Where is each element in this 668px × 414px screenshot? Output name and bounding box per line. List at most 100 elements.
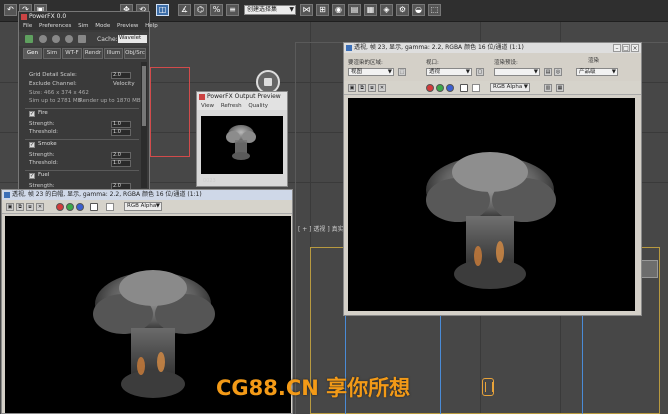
clone-icon[interactable]: ⧈ [368, 84, 376, 92]
menu-quality[interactable]: Quality [248, 103, 268, 109]
scale-icon[interactable]: ◫ [156, 4, 169, 16]
menu-file[interactable]: File [23, 23, 32, 29]
menu-mode[interactable]: Mode [95, 23, 110, 29]
render-frame-icon[interactable]: ▦ [364, 4, 377, 16]
red-channel-icon[interactable] [56, 203, 64, 211]
render-frame-2-titlebar[interactable]: 透视, 帧 23, 显示, gamma: 2.2, RGBA 颜色 16 位/通… [344, 43, 641, 53]
selection-set-dropdown[interactable]: 创建选择集 ▼ [244, 5, 296, 15]
fuel-section: ✓ Fuel [25, 170, 139, 179]
powerfx-titlebar[interactable]: PowerFX 0.0 [19, 12, 149, 22]
lock-icon[interactable]: ▢ [476, 68, 484, 76]
blue-channel-icon[interactable] [446, 84, 454, 92]
tab-objsrc[interactable]: Obj/Src [124, 48, 146, 59]
menu-refresh[interactable]: Refresh [221, 103, 242, 109]
explosion-render-image [426, 152, 556, 289]
material-icon[interactable]: ◉ [332, 4, 345, 16]
fuel-checkbox[interactable]: ✓ [29, 173, 35, 179]
channel-value: RGB Alpha [493, 84, 523, 90]
fire-checkbox[interactable]: ✓ [29, 111, 35, 117]
render-button[interactable]: 渲染 [588, 56, 599, 64]
tab-gen[interactable]: Gen [23, 48, 42, 59]
teapot-icon[interactable]: ◒ [412, 4, 425, 16]
tab-sim[interactable]: Sim [43, 48, 61, 59]
mirror-icon[interactable]: ⌬ [194, 4, 207, 16]
gear-icon[interactable]: ⚙ [396, 4, 409, 16]
mono-icon[interactable] [106, 203, 114, 211]
menu-view[interactable]: View [201, 103, 214, 109]
chevron-down-icon: ▼ [155, 203, 160, 209]
watermark-text: CG88.CN 享你所想 [216, 376, 411, 400]
clear-icon[interactable]: ✕ [36, 203, 44, 211]
velocity-option[interactable]: Velocity [113, 81, 135, 87]
viewport-select-dropdown[interactable]: 透视 ▼ [426, 68, 472, 76]
close-icon[interactable]: × [631, 44, 639, 52]
minimize-icon[interactable]: – [613, 44, 621, 52]
reset-icon[interactable] [52, 35, 60, 43]
align-icon[interactable]: % [210, 4, 223, 16]
history-icon[interactable]: ▥ [544, 84, 552, 92]
viewport-select-value: 透视 [429, 69, 441, 75]
display-icon[interactable]: ▦ [556, 84, 564, 92]
powerfx-title: PowerFX 0.0 [29, 13, 67, 20]
smoke-checkbox[interactable]: ✓ [29, 142, 35, 148]
red-channel-icon[interactable] [426, 84, 434, 92]
menu-preferences[interactable]: Preferences [39, 23, 71, 29]
channel-dropdown[interactable]: RGB Alpha ▼ [490, 83, 530, 92]
mono-icon[interactable] [472, 84, 480, 92]
fire-threshold-input[interactable]: 1.0 [111, 129, 131, 136]
powerfx-scrollbar[interactable] [141, 62, 147, 188]
clone-icon[interactable]: ⧈ [26, 203, 34, 211]
edit-region-icon[interactable]: ⬚ [398, 68, 406, 76]
viewport-label[interactable]: [ + ] 透视 ] 真实 ] [298, 224, 348, 233]
save-icon[interactable]: ▣ [6, 203, 14, 211]
render-mode-dropdown[interactable]: 产品级 ▼ [576, 68, 618, 76]
blue-channel-icon[interactable] [76, 203, 84, 211]
frame-number: 0023 [203, 178, 216, 184]
alpha-channel-icon[interactable] [90, 203, 98, 211]
maximize-icon[interactable]: □ [622, 44, 630, 52]
save-icon[interactable]: ▣ [348, 84, 356, 92]
render-setup-icon[interactable]: ▤ [348, 4, 361, 16]
smoke-threshold-input[interactable]: 1.0 [111, 160, 131, 167]
menu-preview[interactable]: Preview [117, 23, 138, 29]
copy-icon[interactable]: ⧉ [16, 203, 24, 211]
output-preview-titlebar[interactable]: PowerFX Output Preview [197, 92, 287, 102]
alpha-channel-icon[interactable] [460, 84, 468, 92]
tab-rendr[interactable]: Rendr [83, 48, 103, 59]
fire-strength-input[interactable]: 1.0 [111, 121, 131, 128]
copy-icon[interactable]: ⧉ [358, 84, 366, 92]
stop-icon[interactable] [39, 35, 47, 43]
environment-icon[interactable]: ⬚ [428, 4, 441, 16]
tab-illum[interactable]: Illum [104, 48, 123, 59]
powerfx-menubar: File Preferences Sim Mode Preview Help [19, 22, 158, 30]
grid-detail-input[interactable]: 2.0 [111, 72, 131, 79]
render-icon[interactable]: ◈ [380, 4, 393, 16]
area-to-render-dropdown[interactable]: 视图 ▼ [348, 68, 394, 76]
tab-wtf[interactable]: WT-F [62, 48, 82, 59]
schematic-icon[interactable]: ⊞ [316, 4, 329, 16]
green-channel-icon[interactable] [436, 84, 444, 92]
run-icon[interactable] [25, 35, 33, 43]
environment-icon[interactable]: ◎ [554, 68, 562, 76]
clear-icon[interactable]: ✕ [378, 84, 386, 92]
menu-help[interactable]: Help [145, 23, 158, 29]
orientation-gizmo-icon[interactable] [640, 260, 658, 278]
layers-icon[interactable]: ≡ [226, 4, 239, 16]
curve-icon[interactable]: ⋈ [300, 4, 313, 16]
snap-icon[interactable]: ∡ [178, 4, 191, 16]
app-icon [346, 45, 352, 51]
size-text: Size: 466 x 374 x 462 [29, 90, 89, 96]
channel-dropdown[interactable]: RGB Alpha ▼ [124, 202, 162, 211]
green-channel-icon[interactable] [66, 203, 74, 211]
render-setup-icon[interactable]: ▤ [544, 68, 552, 76]
undo-icon[interactable]: ↶ [4, 4, 17, 16]
viewport-divider [295, 42, 296, 414]
smoke-strength-input[interactable]: 2.0 [111, 152, 131, 159]
menu-sim[interactable]: Sim [78, 23, 88, 29]
chevron-down-icon: ▼ [523, 84, 528, 90]
save-icon[interactable] [78, 35, 86, 43]
preview-icon[interactable] [65, 35, 73, 43]
render-frame-1-titlebar[interactable]: 透视, 帧 23 的白帽, 显示, gamma: 2.2, RGBA 颜色 16… [2, 190, 292, 200]
cache-dropdown[interactable]: Wavelet [118, 35, 147, 43]
render-preset-dropdown[interactable]: ▼ [494, 68, 540, 76]
